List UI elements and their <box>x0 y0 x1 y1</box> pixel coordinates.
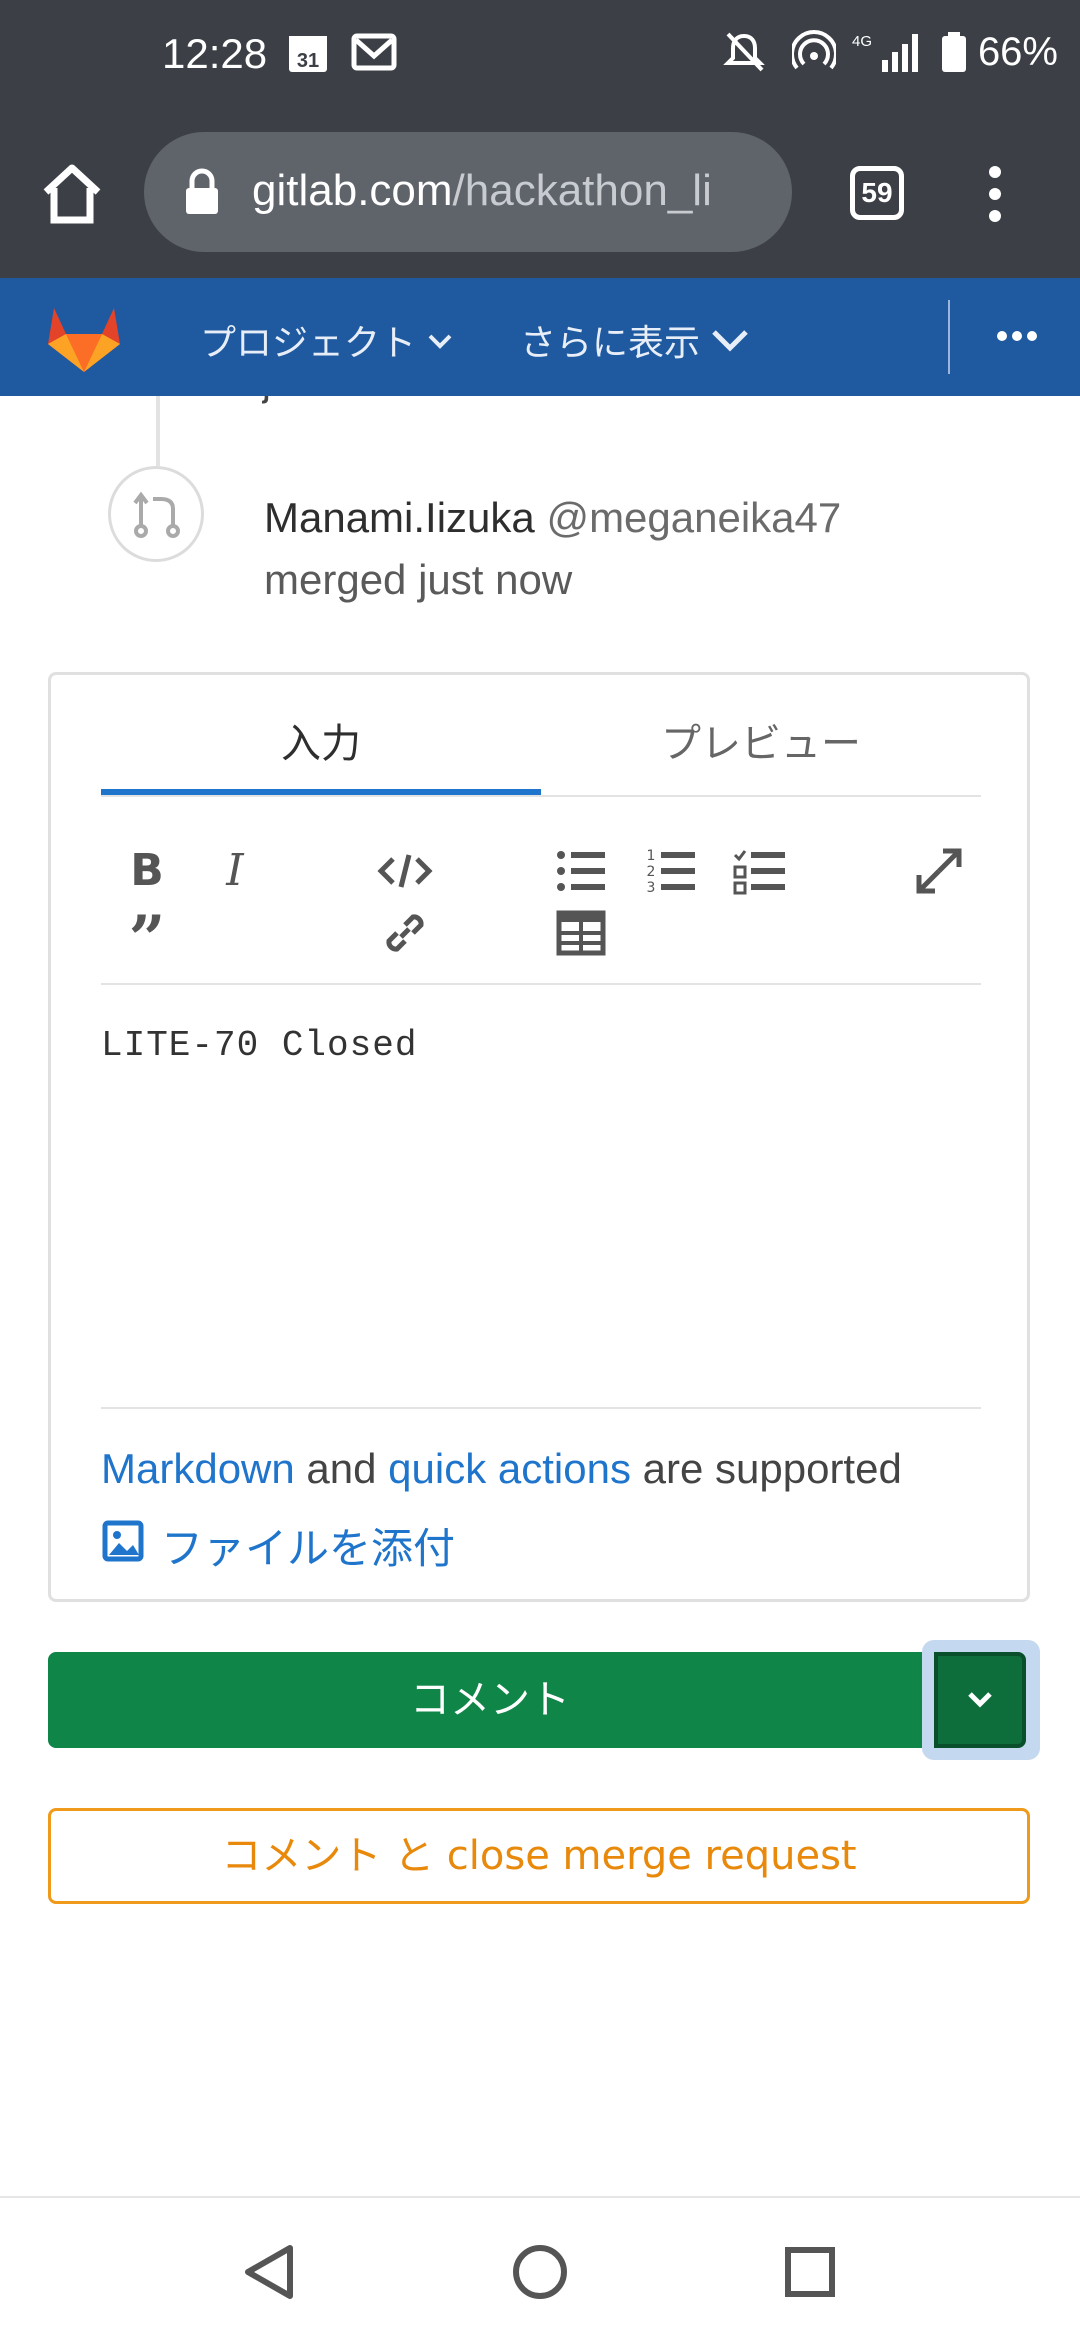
editor-divider <box>101 1407 981 1409</box>
svg-text:B: B <box>130 845 164 896</box>
comment-options-dropdown[interactable] <box>934 1652 1026 1748</box>
gmail-icon <box>350 30 397 74</box>
comment-options-focus-ring <box>922 1640 1040 1760</box>
bullet-list-icon[interactable] <box>551 841 611 901</box>
browser-toolbar: gitlab.com/hackathon_li 59 <box>0 118 1080 278</box>
svg-text:1: 1 <box>647 848 656 864</box>
status-bar: 12:28 31 4G 66% <box>0 0 1080 118</box>
tab-preview[interactable]: プレビュー <box>541 711 981 769</box>
nav-projects-label: プロジェクト <box>200 323 417 364</box>
active-tab-indicator <box>101 789 541 795</box>
markdown-help: Markdown and quick actions are supported <box>101 1445 902 1493</box>
timeline-line <box>156 396 160 466</box>
home-circle-icon[interactable] <box>510 2242 570 2302</box>
italic-icon[interactable]: I <box>205 841 265 901</box>
comment-textarea[interactable]: LITE-70 Closed <box>101 1025 417 1066</box>
tabs-divider <box>101 795 981 797</box>
calendar-icon: 31 <box>286 30 330 74</box>
help-supported-text: are supported <box>630 1445 902 1492</box>
markdown-link[interactable]: Markdown <box>101 1445 295 1492</box>
merge-event-author: Manami.Iizuka @meganeika47 <box>264 494 841 542</box>
author-name[interactable]: Manami.Iizuka <box>264 494 535 541</box>
chevron-down-icon <box>710 320 750 361</box>
help-and-text: and <box>294 1445 389 1492</box>
fullscreen-icon[interactable] <box>909 841 969 901</box>
quick-actions-link[interactable]: quick actions <box>388 1445 631 1492</box>
signal-icon: 4G <box>850 30 920 74</box>
svg-text:3: 3 <box>647 880 656 896</box>
chevron-down-icon <box>968 1692 992 1708</box>
more-vert-icon[interactable] <box>980 158 1010 230</box>
author-handle[interactable]: @meganeika47 <box>546 494 841 541</box>
image-icon <box>101 1519 145 1573</box>
screen: 12:28 31 4G 66% gitlab.com/hackathon_li … <box>0 0 1080 2340</box>
nav-more-dropdown[interactable]: さらに表示 <box>520 314 750 366</box>
task-list-icon[interactable] <box>731 841 791 901</box>
comment-and-close-button[interactable]: コメント と close merge request <box>48 1808 1030 1904</box>
attach-file-label: ファイルを添付 <box>161 1524 456 1573</box>
comment-button[interactable]: コメント <box>48 1652 932 1748</box>
link-icon[interactable] <box>375 903 435 963</box>
more-horiz-icon[interactable] <box>992 314 1042 354</box>
merge-event-action: merged just now <box>264 556 573 603</box>
home-icon[interactable] <box>36 158 108 230</box>
battery-icon <box>940 30 968 74</box>
merge-icon <box>108 466 204 562</box>
comment-form: 入力 プレビュー B I 123 ” LITE-70 Closed Markdo… <box>48 672 1030 1602</box>
system-navigation-bar <box>0 2196 1080 2340</box>
mute-notifications-icon <box>722 30 766 74</box>
svg-text:31: 31 <box>297 50 319 72</box>
svg-text:”: ” <box>129 903 166 963</box>
svg-text:4G: 4G <box>852 33 872 50</box>
recents-icon[interactable] <box>780 2242 840 2302</box>
hotspot-icon <box>790 30 838 74</box>
address-bar[interactable]: gitlab.com/hackathon_li <box>144 132 792 252</box>
code-icon[interactable] <box>375 841 435 901</box>
toolbar-divider <box>101 983 981 985</box>
gitlab-logo-icon[interactable] <box>44 304 124 374</box>
url-text: gitlab.com/hackathon_li <box>252 166 712 215</box>
gitlab-navbar: プロジェクト さらに表示 <box>0 278 1080 396</box>
chevron-down-icon <box>426 320 454 361</box>
back-icon[interactable] <box>240 2242 300 2302</box>
status-time: 12:28 <box>162 30 268 77</box>
svg-text:2: 2 <box>647 864 656 880</box>
table-icon[interactable] <box>551 903 611 963</box>
numbered-list-icon[interactable]: 123 <box>641 841 701 901</box>
nav-projects-dropdown[interactable]: プロジェクト <box>200 314 454 366</box>
svg-text:I: I <box>225 845 245 896</box>
tab-write[interactable]: 入力 <box>101 711 541 769</box>
bold-icon[interactable]: B <box>117 841 177 901</box>
battery-percent: 66% <box>977 30 1058 74</box>
nav-divider <box>948 300 950 374</box>
quote-icon[interactable]: ” <box>117 902 177 977</box>
attach-file-button[interactable]: ファイルを添付 <box>101 1515 455 1576</box>
lock-icon <box>182 168 222 216</box>
tab-switcher-button[interactable]: 59 <box>850 166 904 220</box>
nav-more-label: さらに表示 <box>520 323 701 364</box>
